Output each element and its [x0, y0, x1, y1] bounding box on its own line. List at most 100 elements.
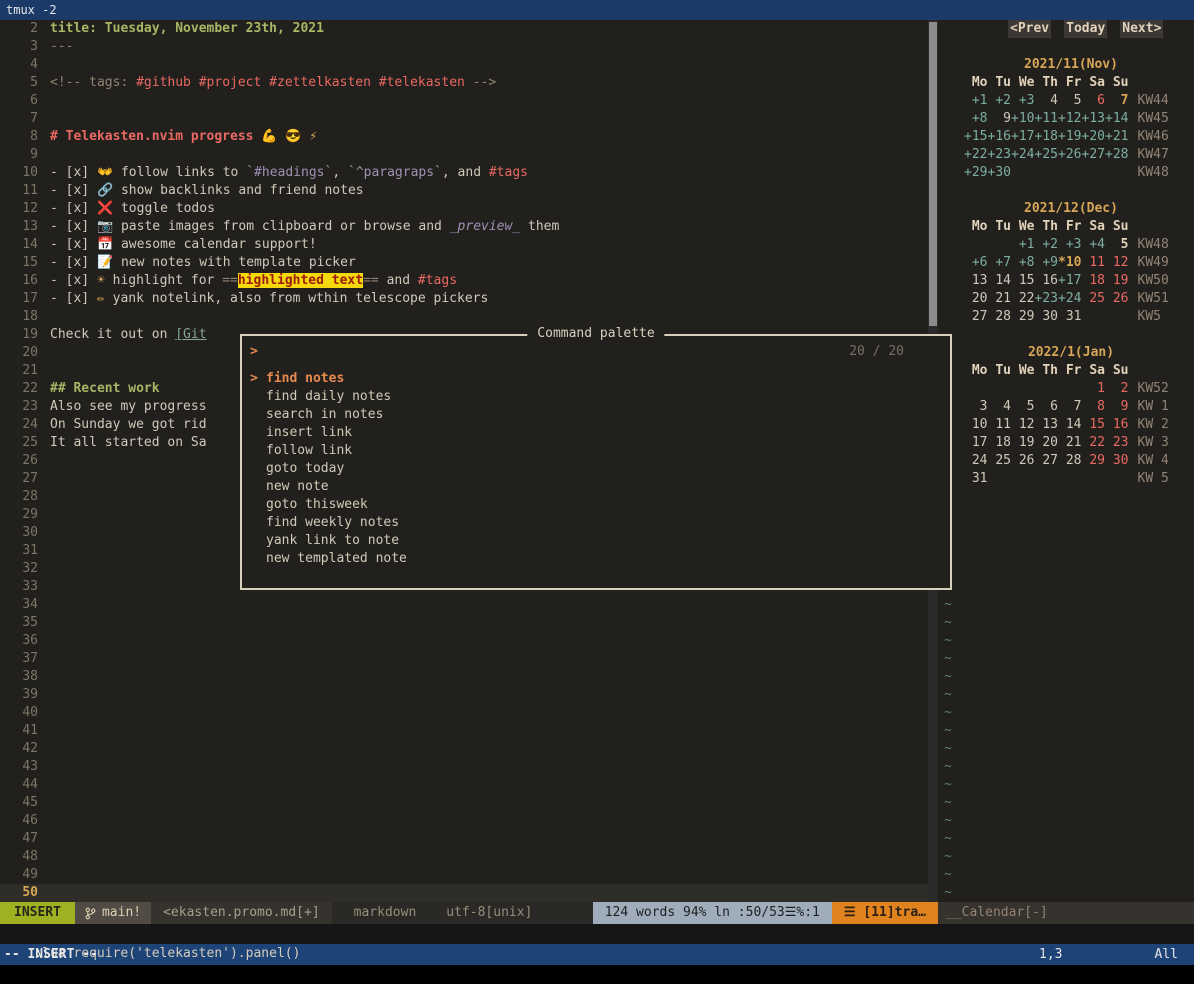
day-cell[interactable]: 19 — [1105, 272, 1129, 290]
day-cell[interactable]: 22 — [1082, 434, 1106, 452]
day-cell[interactable]: +13 — [1082, 110, 1106, 128]
calendar-today-button[interactable]: Today — [1064, 20, 1107, 38]
day-cell[interactable]: +10 — [1011, 110, 1035, 128]
editor-line[interactable]: 9 — [0, 146, 928, 164]
day-cell[interactable]: 24 — [964, 452, 988, 470]
editor-line[interactable]: 7 — [0, 110, 928, 128]
palette-item[interactable]: goto thisweek — [250, 496, 950, 514]
editor-line[interactable]: 46 — [0, 812, 928, 830]
day-cell[interactable]: +22 — [964, 146, 988, 164]
editor-line[interactable]: 49 — [0, 866, 928, 884]
editor-line[interactable]: 17- [x] ✏ yank notelink, also from wthin… — [0, 290, 928, 308]
day-cell[interactable]: 30 — [1035, 308, 1059, 326]
editor-line[interactable]: 12- [x] ❌ toggle todos — [0, 200, 928, 218]
editor-line[interactable]: 47 — [0, 830, 928, 848]
day-cell[interactable]: 26 — [1011, 452, 1035, 470]
palette-item[interactable]: insert link — [250, 424, 950, 442]
day-cell[interactable]: 4 — [1035, 92, 1059, 110]
day-cell[interactable]: +16 — [988, 128, 1012, 146]
day-cell[interactable]: 13 — [964, 272, 988, 290]
day-cell[interactable]: +20 — [1082, 128, 1106, 146]
editor-line[interactable]: 16- [x] ☀ highlight for ==highlighted te… — [0, 272, 928, 290]
day-cell[interactable]: 18 — [988, 434, 1012, 452]
day-cell[interactable]: +21 — [1105, 128, 1129, 146]
palette-item[interactable]: find weekly notes — [250, 514, 950, 532]
day-cell[interactable]: 3 — [964, 398, 988, 416]
day-cell[interactable]: +14 — [1105, 110, 1129, 128]
day-cell[interactable]: +24 — [1058, 290, 1082, 308]
day-cell[interactable]: +8 — [1011, 254, 1035, 272]
editor-line[interactable]: 4 — [0, 56, 928, 74]
palette-item[interactable]: yank link to note — [250, 532, 950, 550]
day-cell[interactable]: 5 — [1105, 236, 1129, 254]
editor-line[interactable]: 2title: Tuesday, November 23th, 2021 — [0, 20, 928, 38]
day-cell[interactable]: +15 — [964, 128, 988, 146]
day-cell[interactable]: +23 — [1035, 290, 1059, 308]
day-cell[interactable]: 27 — [964, 308, 988, 326]
editor-line[interactable]: 36 — [0, 632, 928, 650]
editor-line[interactable]: 10- [x] 👐 follow links to `#headings`, `… — [0, 164, 928, 182]
day-cell[interactable]: +3 — [1011, 92, 1035, 110]
day-cell[interactable]: 9 — [1105, 398, 1129, 416]
palette-item[interactable]: new note — [250, 478, 950, 496]
day-cell[interactable]: 2 — [1105, 380, 1129, 398]
editor-line[interactable]: 41 — [0, 722, 928, 740]
day-cell[interactable]: 16 — [1105, 416, 1129, 434]
day-cell[interactable]: +2 — [988, 92, 1012, 110]
day-cell[interactable]: 21 — [988, 290, 1012, 308]
day-cell[interactable]: +7 — [988, 254, 1012, 272]
day-cell[interactable]: 27 — [1035, 452, 1059, 470]
day-cell[interactable]: 28 — [988, 308, 1012, 326]
day-cell[interactable]: +26 — [1058, 146, 1082, 164]
editor-line[interactable]: 43 — [0, 758, 928, 776]
day-cell[interactable]: 18 — [1082, 272, 1106, 290]
editor-line[interactable]: 34 — [0, 596, 928, 614]
day-cell[interactable]: 19 — [1011, 434, 1035, 452]
calendar-prev-button[interactable]: <Prev — [1008, 20, 1051, 38]
day-cell[interactable]: +1 — [964, 92, 988, 110]
day-cell[interactable]: 5 — [1058, 92, 1082, 110]
day-cell[interactable]: +4 — [1082, 236, 1106, 254]
editor-line[interactable]: 11- [x] 🔗 show backlinks and friend note… — [0, 182, 928, 200]
palette-item[interactable]: goto today — [250, 460, 950, 478]
editor-line[interactable]: 38 — [0, 668, 928, 686]
palette-item[interactable]: search in notes — [250, 406, 950, 424]
editor-line[interactable]: 40 — [0, 704, 928, 722]
day-cell[interactable]: +23 — [988, 146, 1012, 164]
editor-line[interactable]: 13- [x] 📷 paste images from clipboard or… — [0, 218, 928, 236]
day-cell[interactable]: 14 — [1058, 416, 1082, 434]
day-cell[interactable]: 11 — [1082, 254, 1106, 272]
day-cell[interactable]: 29 — [1011, 308, 1035, 326]
day-cell[interactable]: +30 — [988, 164, 1012, 182]
editor-line[interactable]: 6 — [0, 92, 928, 110]
editor-line[interactable]: 45 — [0, 794, 928, 812]
day-cell[interactable]: +6 — [964, 254, 988, 272]
day-cell[interactable]: 5 — [1011, 398, 1035, 416]
day-cell[interactable]: 16 — [1035, 272, 1059, 290]
day-cell[interactable]: *10 — [1058, 254, 1082, 272]
day-cell[interactable]: 7 — [1058, 398, 1082, 416]
editor-line[interactable]: 37 — [0, 650, 928, 668]
day-cell[interactable]: 6 — [1035, 398, 1059, 416]
day-cell[interactable]: +12 — [1058, 110, 1082, 128]
day-cell[interactable]: 15 — [1082, 416, 1106, 434]
day-cell[interactable]: 12 — [1105, 254, 1129, 272]
scrollbar-thumb[interactable] — [929, 22, 937, 326]
day-cell[interactable]: 14 — [988, 272, 1012, 290]
day-cell[interactable]: 13 — [1035, 416, 1059, 434]
command-line[interactable]: :lua require('telekasten').panel() — [0, 924, 1194, 944]
day-cell[interactable]: +29 — [964, 164, 988, 182]
day-cell[interactable]: 4 — [988, 398, 1012, 416]
editor-line[interactable]: 15- [x] 📝 new notes with template picker — [0, 254, 928, 272]
day-cell[interactable]: 21 — [1058, 434, 1082, 452]
day-cell[interactable]: +18 — [1035, 128, 1059, 146]
editor-line[interactable]: 50 — [0, 884, 928, 902]
day-cell[interactable]: 1 — [1082, 380, 1106, 398]
editor-line[interactable]: 14- [x] 📅 awesome calendar support! — [0, 236, 928, 254]
day-cell[interactable]: 22 — [1011, 290, 1035, 308]
day-cell[interactable]: 28 — [1058, 452, 1082, 470]
day-cell[interactable]: +8 — [964, 110, 988, 128]
day-cell[interactable]: +17 — [1011, 128, 1035, 146]
day-cell[interactable]: 15 — [1011, 272, 1035, 290]
day-cell[interactable]: 31 — [964, 470, 988, 488]
